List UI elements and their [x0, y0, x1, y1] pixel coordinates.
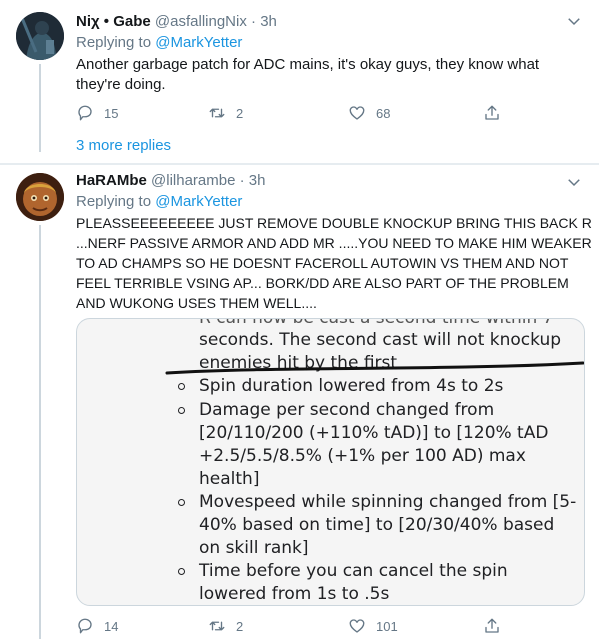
mention-link[interactable]: @MarkYetter — [155, 193, 242, 210]
tweet-text-line: AND WUKONG USES THEM WELL.... — [76, 295, 317, 311]
tweet-text-line: Another garbage patch for ADC mains, it'… — [76, 56, 540, 73]
tweet-text: Another garbage patch for ADC mains, it'… — [76, 55, 539, 95]
caret-down-icon[interactable] — [565, 12, 583, 30]
patch-note-line: Damage per second changed from — [199, 400, 495, 420]
patch-notes-image: R can now be cast a second time within 7… — [77, 319, 584, 605]
patch-note-line: lowered from 1s to .5s — [199, 584, 390, 604]
retweet-button[interactable]: 2 — [208, 614, 243, 638]
patch-note-line: [20/110/200 (+110% tAD)] to [120% tAD — [199, 423, 549, 443]
reply-icon — [78, 618, 92, 634]
retweet-button[interactable]: 2 — [208, 101, 243, 125]
tweet-text-line: ...NERF PASSIVE ARMOR AND ADD MR .....YO… — [76, 235, 592, 251]
avatar[interactable] — [16, 12, 64, 60]
tweet-text: PLEASSEEEEEEEEE JUST REMOVE DOUBLE KNOCK… — [76, 213, 592, 313]
patch-note-line: Spin duration lowered from 4s to 2s — [199, 376, 504, 396]
timestamp[interactable]: 3h — [260, 13, 277, 30]
tweet-text-line: PLEASSEEEEEEEEE JUST REMOVE DOUBLE KNOCK… — [76, 215, 592, 231]
tweet-header: Niχ • Gabe @asfallingNix · 3h — [76, 12, 277, 32]
reply-count: 14 — [104, 618, 119, 634]
handle[interactable]: @asfallingNix — [155, 13, 247, 30]
bullet-icon — [178, 383, 185, 390]
replying-prefix: Replying to — [76, 34, 152, 51]
reply-icon — [78, 105, 92, 121]
patch-note-line: Time before you can cancel the spin — [199, 561, 508, 581]
replying-to: Replying to @MarkYetter — [76, 33, 242, 53]
bullet-icon — [178, 568, 185, 575]
bullet-icon — [178, 499, 185, 506]
replying-prefix: Replying to — [76, 193, 152, 210]
thread-line — [39, 225, 41, 639]
tweet-actions: 15 2 68 — [76, 101, 516, 125]
tweet-text-line: TO AD CHAMPS SO HE DOESNT FACEROLL AUTOW… — [76, 255, 569, 271]
like-icon — [349, 106, 365, 120]
patch-note-line: +2.5/5.5/8.5% (+1% per 100 AD) max — [199, 446, 526, 466]
share-icon — [485, 618, 499, 633]
like-icon — [349, 619, 365, 633]
patch-note-line: on skill rank] — [199, 538, 309, 558]
reply-button[interactable]: 14 — [76, 614, 118, 638]
tweet-text-line: FEEL TERRIBLE VSING AP... BORK/DD ARE AL… — [76, 275, 569, 291]
tweet-header: HaRAMbe @lilharambe · 3h — [76, 171, 265, 191]
separator-dot: · — [251, 13, 257, 30]
avatar[interactable] — [16, 173, 64, 221]
like-count: 101 — [376, 618, 398, 634]
mention-link[interactable]: @MarkYetter — [155, 34, 242, 51]
separator-dot: · — [239, 172, 245, 189]
share-icon — [485, 105, 499, 120]
like-button[interactable]: 101 — [348, 614, 398, 638]
display-name[interactable]: Niχ • Gabe — [76, 13, 151, 30]
patch-note-line: health] — [199, 469, 260, 489]
retweet-icon — [209, 621, 225, 631]
tweet-media-image[interactable]: R can now be cast a second time within 7… — [76, 318, 585, 606]
display-name[interactable]: HaRAMbe — [76, 172, 147, 189]
timestamp[interactable]: 3h — [249, 172, 266, 189]
bullet-icon — [178, 407, 185, 414]
reply-button[interactable]: 15 — [76, 101, 118, 125]
retweet-count: 2 — [236, 105, 244, 121]
patch-note-line: Movespeed while spinning changed from [5… — [199, 492, 577, 512]
patch-note-line: seconds. The second cast will not knocku… — [199, 330, 562, 350]
show-more-replies[interactable]: 3 more replies — [76, 137, 171, 154]
like-button[interactable]: 68 — [348, 101, 390, 125]
caret-down-icon[interactable] — [565, 173, 583, 191]
retweet-count: 2 — [236, 618, 244, 634]
tweet-text-line: they're doing. — [76, 76, 166, 93]
patch-note-line: 40% based on time] to [20/30/40% based — [199, 515, 555, 535]
share-button[interactable] — [483, 614, 511, 638]
handle[interactable]: @lilharambe — [151, 172, 235, 189]
share-button[interactable] — [483, 101, 511, 125]
replying-to: Replying to @MarkYetter — [76, 192, 242, 212]
tweet-actions: 14 2 101 — [76, 614, 516, 638]
thread-line — [39, 64, 41, 152]
reply-count: 15 — [104, 105, 119, 121]
like-count: 68 — [376, 105, 391, 121]
retweet-icon — [209, 108, 225, 118]
